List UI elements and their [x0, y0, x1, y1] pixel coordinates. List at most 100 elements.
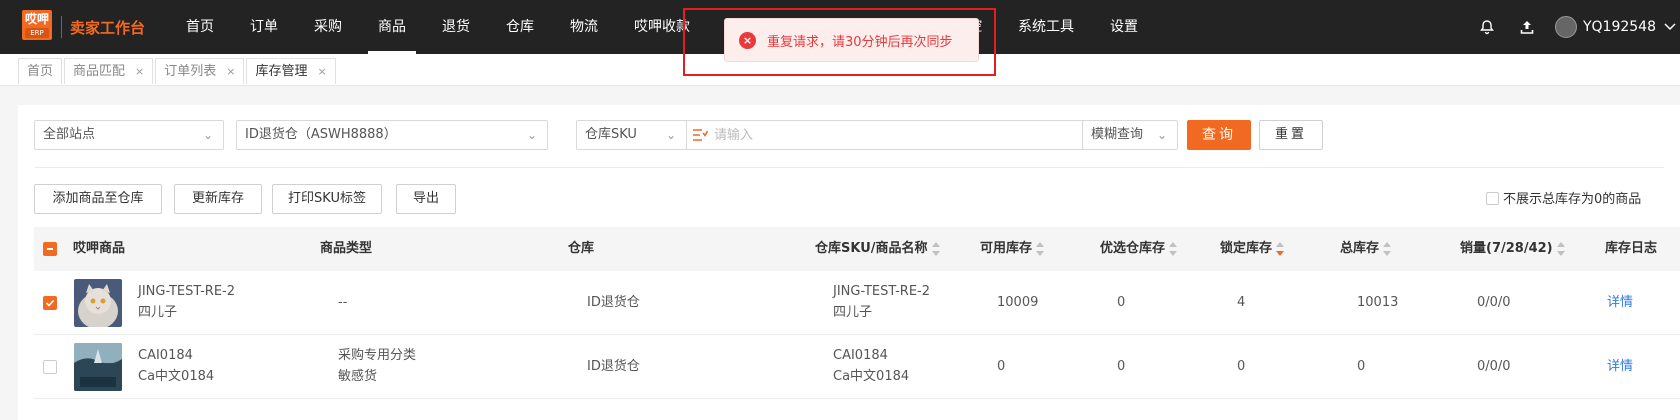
hide-zero-label: 不展示总库存为0的商品: [1503, 192, 1642, 207]
batch-search-icon[interactable]: [692, 128, 709, 142]
col-wh-sku[interactable]: 仓库SKU/商品名称: [815, 227, 940, 271]
highlight-frame: [683, 8, 996, 76]
tab-order-list[interactable]: 订单列表 ×: [155, 58, 245, 84]
tab-label: 库存管理: [255, 63, 308, 79]
product-thumbnail: [74, 343, 122, 391]
add-to-warehouse-button[interactable]: 添加商品至仓库: [34, 184, 162, 214]
col-available[interactable]: 可用库存: [980, 227, 1045, 271]
nav-warehouse[interactable]: 仓库: [488, 0, 552, 54]
main-nav: 首页 订单 采购 商品 退货 仓库 物流 哎呷收款 呷商城 系统监控 系统工具 …: [168, 0, 1156, 54]
warehouse-name: ID退货仓: [587, 359, 640, 374]
row-checkbox[interactable]: [43, 296, 57, 310]
site-select[interactable]: 全部站点 ⌄: [34, 120, 224, 150]
col-product: 哎呷商品: [73, 241, 126, 256]
col-locked[interactable]: 锁定库存: [1220, 227, 1285, 271]
locked-stock: 0: [1237, 359, 1246, 374]
nav-settings[interactable]: 设置: [1092, 0, 1156, 54]
locked-stock: 4: [1237, 295, 1246, 310]
username[interactable]: YQ192548: [1583, 19, 1656, 35]
chevron-down-icon: ⌄: [1156, 128, 1167, 142]
select-all-checkbox[interactable]: [43, 242, 57, 256]
table-header: 哎呷商品 商品类型 仓库 仓库SKU/商品名称 可用库存 优选仓库存 锁定库存 …: [34, 227, 1680, 271]
tab-product-match[interactable]: 商品匹配 ×: [64, 58, 154, 84]
tab-home[interactable]: 首页: [18, 58, 63, 84]
logo-subtext: ERP: [25, 28, 49, 38]
stock-log-link[interactable]: 详情: [1607, 292, 1633, 313]
close-icon[interactable]: ×: [135, 60, 144, 84]
inventory-panel: 全部站点 ⌄ ID退货仓（ASWH8888） ⌄ 仓库SKU ⌄ 模糊查询 ⌄ …: [18, 105, 1680, 420]
table-row: CAI0184 Ca中文0184 采购专用分类 敏感货 ID退货仓 CAI018…: [34, 335, 1680, 399]
col-label: 总库存: [1340, 241, 1380, 256]
available-stock: 0: [997, 359, 1006, 374]
reset-button[interactable]: 重置: [1259, 120, 1323, 150]
sort-icon[interactable]: [931, 241, 940, 256]
product-type: --: [338, 295, 348, 310]
chevron-down-icon: ⌄: [665, 128, 676, 142]
chevron-down-icon[interactable]: [1664, 20, 1676, 35]
table-row: JING-TEST-RE-2 四儿子 -- ID退货仓 JING-TEST-RE…: [34, 271, 1680, 335]
export-button[interactable]: 导出: [396, 184, 456, 214]
preferred-stock: 0: [1117, 295, 1126, 310]
brand-title: 卖家工作台: [70, 19, 146, 37]
nav-purchase[interactable]: 采购: [296, 0, 360, 54]
product-sku: JING-TEST-RE-2: [138, 284, 236, 299]
sort-icon[interactable]: [1556, 241, 1565, 256]
sales-figures: 0/0/0: [1477, 295, 1511, 310]
product-type: 采购专用分类: [338, 348, 417, 363]
avatar[interactable]: [1554, 16, 1577, 38]
hide-zero-checkbox[interactable]: [1486, 192, 1499, 205]
match-mode-select[interactable]: 模糊查询 ⌄: [1082, 120, 1178, 150]
col-total[interactable]: 总库存: [1340, 227, 1392, 271]
nav-products[interactable]: 商品: [360, 0, 424, 54]
wh-sku: JING-TEST-RE-2: [833, 284, 931, 299]
total-stock: 0: [1357, 359, 1366, 374]
nav-tools[interactable]: 系统工具: [1000, 0, 1092, 54]
tab-label: 首页: [27, 63, 54, 79]
search-box: [686, 120, 1101, 150]
wh-product-name: 四儿子: [833, 305, 873, 320]
search-field-value: 仓库SKU: [585, 127, 637, 142]
nav-home[interactable]: 首页: [168, 0, 232, 54]
product-subtype: 敏感货: [338, 369, 378, 384]
warehouse-name: ID退货仓: [587, 295, 640, 310]
warehouse-select[interactable]: ID退货仓（ASWH8888） ⌄: [236, 120, 548, 150]
close-icon[interactable]: ×: [318, 60, 327, 84]
col-log: 库存日志: [1605, 241, 1658, 256]
col-sales[interactable]: 销量(7/28/42): [1460, 227, 1565, 271]
warehouse-select-value: ID退货仓（ASWH8888）: [245, 127, 397, 142]
sales-figures: 0/0/0: [1477, 359, 1511, 374]
notification-bell-icon[interactable]: [1475, 15, 1499, 39]
nav-returns[interactable]: 退货: [424, 0, 488, 54]
product-name: Ca中文0184: [138, 369, 215, 384]
upload-icon[interactable]: [1515, 15, 1539, 39]
search-field-select[interactable]: 仓库SKU ⌄: [576, 120, 687, 150]
sort-icon[interactable]: [1169, 241, 1178, 256]
available-stock: 10009: [997, 295, 1039, 310]
sort-icon[interactable]: [1383, 241, 1392, 256]
logo-text: 哎呷: [24, 12, 49, 26]
topbar-right: YQ192548: [1475, 0, 1680, 54]
product-sku: CAI0184: [138, 348, 193, 363]
app-logo[interactable]: 哎呷 ERP: [22, 10, 52, 40]
row-checkbox[interactable]: [43, 360, 57, 374]
close-icon[interactable]: ×: [226, 60, 235, 84]
update-stock-button[interactable]: 更新库存: [174, 184, 262, 214]
match-mode-value: 模糊查询: [1091, 127, 1144, 142]
print-sku-label-button[interactable]: 打印SKU标签: [272, 184, 382, 214]
col-warehouse: 仓库: [568, 241, 595, 256]
query-button[interactable]: 查询: [1187, 120, 1251, 150]
sort-icon[interactable]: [1036, 241, 1045, 256]
stock-log-link[interactable]: 详情: [1607, 356, 1633, 377]
col-label: 优选仓库存: [1100, 241, 1166, 256]
col-label: 锁定库存: [1220, 241, 1273, 256]
chevron-down-icon: ⌄: [526, 128, 537, 142]
site-select-value: 全部站点: [43, 127, 96, 142]
col-label: 仓库SKU/商品名称: [815, 241, 928, 256]
search-input[interactable]: [714, 125, 1084, 145]
tab-inventory[interactable]: 库存管理 ×: [246, 58, 336, 84]
nav-logistics[interactable]: 物流: [552, 0, 616, 54]
col-product-type: 商品类型: [320, 241, 373, 256]
sort-desc-icon[interactable]: [1276, 241, 1285, 256]
nav-orders[interactable]: 订单: [232, 0, 296, 54]
col-preferred[interactable]: 优选仓库存: [1100, 227, 1178, 271]
